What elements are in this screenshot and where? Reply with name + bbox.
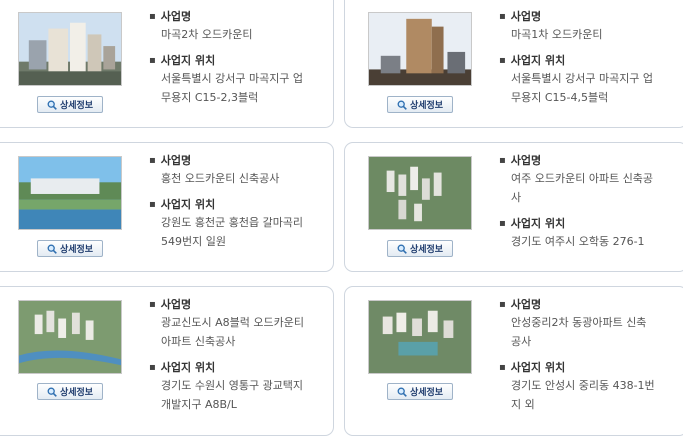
- bullet-icon: ▪: [499, 11, 506, 22]
- project-card-6: 상세정보 ▪ 사업명 안성중리2차 동광아파트 신축 공사 ▪ 사업지 위치 경기도…: [344, 286, 683, 436]
- detail-button-4[interactable]: 상세정보: [387, 240, 453, 257]
- detail-button-3[interactable]: 상세정보: [37, 240, 103, 257]
- project-image-3[interactable]: [18, 156, 122, 230]
- magnifier-icon: [397, 387, 407, 397]
- detail-button-label: 상세정보: [59, 245, 94, 255]
- detail-button-label: 상세정보: [409, 101, 444, 111]
- project-name-value: 홍천 오드카운티 신축공사: [161, 172, 280, 185]
- project-location-label: 사업지 위치: [160, 198, 216, 211]
- magnifier-icon: [397, 244, 407, 254]
- detail-button-label: 상세정보: [409, 388, 444, 398]
- bullet-icon: ▪: [149, 55, 156, 66]
- project-location-label: 사업지 위치: [510, 361, 566, 374]
- project-info-2: ▪ 사업명 마곡1차 오드카운티 ▪ 사업지 위치 서울특별시 강서구 마곡지구 업…: [499, 9, 677, 107]
- project-name-label: 사업명: [160, 154, 192, 167]
- project-location-label: 사업지 위치: [160, 361, 216, 374]
- project-location-value: 서울특별시 강서구 마곡지구 업 무용지 C15-2,3블럭: [161, 72, 304, 104]
- project-name-label: 사업명: [510, 10, 542, 23]
- project-info-6: ▪ 사업명 안성중리2차 동광아파트 신축 공사 ▪ 사업지 위치 경기도 안성시 …: [499, 297, 677, 414]
- project-name-value: 광교신도시 A8블럭 오드카운티 아파트 신축공사: [161, 316, 304, 348]
- project-location-label: 사업지 위치: [160, 54, 216, 67]
- project-info-1: ▪ 사업명 마곡2차 오드카운티 ▪ 사업지 위치 서울특별시 강서구 마곡지구 업…: [149, 9, 327, 107]
- project-card-5: 상세정보 ▪ 사업명 광교신도시 A8블럭 오드카운티 아파트 신축공사 ▪ 사업지…: [0, 286, 334, 436]
- detail-button-label: 상세정보: [59, 388, 94, 398]
- bullet-icon: ▪: [499, 299, 506, 310]
- project-info-4: ▪ 사업명 여주 오드카운티 아파트 신축공 사 ▪ 사업지 위치 경기도 여주시 …: [499, 153, 677, 251]
- project-card-1: 상세정보 ▪ 사업명 마곡2차 오드카운티 ▪ 사업지 위치 서울특별시 강서구 마…: [0, 0, 334, 128]
- project-card-3: 상세정보 ▪ 사업명 홍천 오드카운티 신축공사 ▪ 사업지 위치 강원도 홍천군 …: [0, 142, 334, 272]
- bullet-icon: ▪: [499, 362, 506, 373]
- bullet-icon: ▪: [149, 362, 156, 373]
- project-location-value: 경기도 여주시 오학동 276-1: [511, 235, 645, 248]
- project-card-2: 상세정보 ▪ 사업명 마곡1차 오드카운티 ▪ 사업지 위치 서울특별시 강서구 마…: [344, 0, 683, 128]
- project-image-2[interactable]: [368, 12, 472, 86]
- bullet-icon: ▪: [149, 299, 156, 310]
- detail-button-2[interactable]: 상세정보: [387, 96, 453, 113]
- bullet-icon: ▪: [499, 218, 506, 229]
- project-name-label: 사업명: [160, 10, 192, 23]
- project-name-label: 사업명: [510, 154, 542, 167]
- project-image-1[interactable]: [18, 12, 122, 86]
- magnifier-icon: [47, 387, 57, 397]
- magnifier-icon: [47, 100, 57, 110]
- project-image-5[interactable]: [18, 300, 122, 374]
- project-card-4: 상세정보 ▪ 사업명 여주 오드카운티 아파트 신축공 사 ▪ 사업지 위치 경기도…: [344, 142, 683, 272]
- project-info-3: ▪ 사업명 홍천 오드카운티 신축공사 ▪ 사업지 위치 강원도 홍천군 홍천읍 갈…: [149, 153, 327, 251]
- project-name-value: 안성중리2차 동광아파트 신축 공사: [511, 316, 647, 348]
- project-location-value: 경기도 안성시 중리동 438-1번 지 외: [511, 379, 655, 411]
- project-location-value: 강원도 홍천군 홍천읍 갈마곡리 549번지 일원: [161, 216, 304, 248]
- bullet-icon: ▪: [499, 55, 506, 66]
- bullet-icon: ▪: [499, 155, 506, 166]
- detail-button-label: 상세정보: [409, 245, 444, 255]
- project-name-label: 사업명: [160, 298, 192, 311]
- project-location-value: 서울특별시 강서구 마곡지구 업 무용지 C15-4,5블럭: [511, 72, 654, 104]
- project-image-6[interactable]: [368, 300, 472, 374]
- project-image-4[interactable]: [368, 156, 472, 230]
- project-name-value: 여주 오드카운티 아파트 신축공 사: [511, 172, 654, 204]
- project-location-label: 사업지 위치: [510, 217, 566, 230]
- project-name-label: 사업명: [510, 298, 542, 311]
- bullet-icon: ▪: [149, 11, 156, 22]
- magnifier-icon: [47, 244, 57, 254]
- detail-button-6[interactable]: 상세정보: [387, 383, 453, 400]
- detail-button-5[interactable]: 상세정보: [37, 383, 103, 400]
- project-name-value: 마곡1차 오드카운티: [511, 28, 603, 41]
- detail-button-1[interactable]: 상세정보: [37, 96, 103, 113]
- project-location-value: 경기도 수원시 영통구 광교택지 개발지구 A8B/L: [161, 379, 304, 411]
- project-info-5: ▪ 사업명 광교신도시 A8블럭 오드카운티 아파트 신축공사 ▪ 사업지 위치 경…: [149, 297, 327, 414]
- detail-button-label: 상세정보: [59, 101, 94, 111]
- bullet-icon: ▪: [149, 199, 156, 210]
- magnifier-icon: [397, 100, 407, 110]
- project-name-value: 마곡2차 오드카운티: [161, 28, 253, 41]
- project-location-label: 사업지 위치: [510, 54, 566, 67]
- bullet-icon: ▪: [149, 155, 156, 166]
